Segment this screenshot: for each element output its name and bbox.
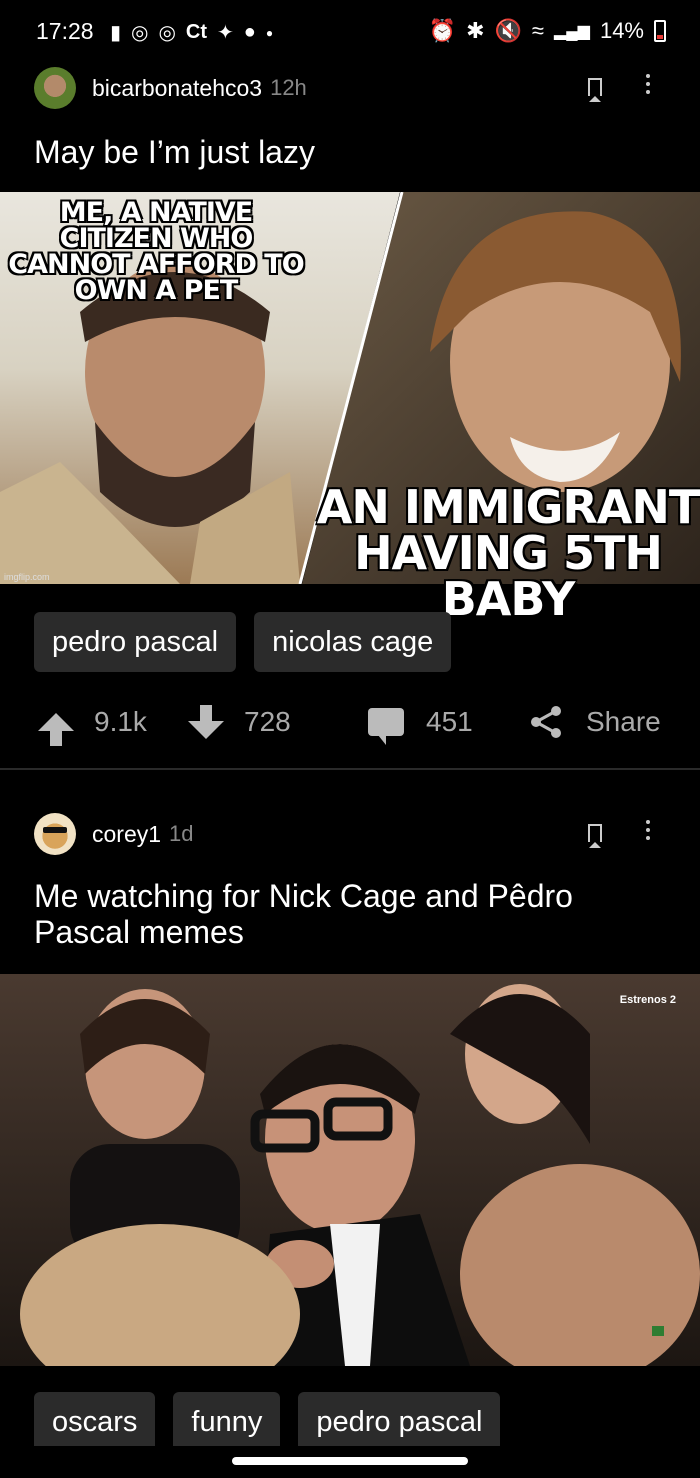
home-indicator[interactable] — [232, 1457, 468, 1465]
instagram-icon: ◎ — [158, 22, 176, 44]
more-options-icon[interactable] — [646, 74, 650, 94]
alarm-icon: ⏰ — [428, 18, 457, 43]
status-bar: 17:28 ▮ ◎ ◎ Ct ✦ ● ● ⏰ ✱ 🔇 ≈ ▂▄▆ 14% — [0, 0, 700, 64]
meme-bottom-caption: AN IMMIGRANT HAVING 5TH BABY — [316, 480, 700, 626]
downvote-icon — [188, 705, 224, 739]
tag-pedro-pascal[interactable]: pedro pascal — [34, 612, 237, 672]
tag-list: oscars funny pedro pascal — [34, 1392, 501, 1452]
comment-icon — [368, 708, 404, 745]
reddit-icon: ● — [243, 21, 256, 43]
mute-icon: 🔇 — [494, 18, 522, 43]
tag-list: pedro pascal nicolas cage — [34, 612, 452, 672]
tag-nicolas-cage[interactable]: nicolas cage — [254, 612, 452, 672]
system-icons: ⏰ ✱ 🔇 ≈ ▂▄▆ 14% — [429, 18, 666, 44]
post-image[interactable] — [0, 974, 700, 1366]
post-divider — [0, 768, 700, 770]
signal-icon: ▂▄▆ — [554, 23, 590, 40]
more-options-icon[interactable] — [646, 820, 650, 840]
post-header: bicarbonatehco3 12h — [34, 66, 664, 110]
dot-icon: ● — [265, 25, 274, 40]
action-bar: 9.1k 728 451 Share — [34, 696, 674, 748]
post-header: corey1 1d — [34, 812, 664, 856]
post-title[interactable]: May be I’m just lazy — [34, 134, 674, 170]
post-title[interactable]: Me watching for Nick Cage and Pêdro Pasc… — [34, 878, 674, 950]
notification-icons: ▮ ◎ ◎ Ct ✦ ● ● — [110, 20, 273, 45]
bookmark-icon[interactable] — [588, 78, 602, 102]
meme-top-caption: ME, A NATIVE CITIZEN WHO CANNOT AFFORD T… — [7, 197, 305, 306]
bookmark-icon[interactable] — [588, 824, 602, 848]
instagram-icon: ◎ — [131, 22, 149, 44]
upvote-button[interactable]: 9.1k — [38, 696, 147, 748]
avatar[interactable] — [34, 813, 76, 855]
tag-oscars[interactable]: oscars — [34, 1392, 156, 1452]
share-label: Share — [586, 706, 661, 737]
share-button[interactable]: Share — [528, 696, 661, 748]
downvote-count: 728 — [244, 706, 291, 737]
image-overlay-text: Estrenos 2 — [619, 994, 676, 1006]
post-age: 1d — [169, 821, 194, 846]
comment-count: 451 — [426, 706, 473, 737]
tag-funny[interactable]: funny — [173, 1392, 281, 1452]
comment-button[interactable]: 451 — [368, 696, 473, 748]
lock-icon: ▮ — [110, 22, 122, 44]
battery-percent: 14% — [599, 18, 644, 43]
username[interactable]: corey1 — [92, 821, 161, 848]
watermark: imgflip.com — [4, 572, 50, 582]
upvote-count: 9.1k — [94, 706, 147, 737]
status-time: 17:28 — [36, 18, 94, 44]
battery-icon — [654, 20, 666, 42]
username[interactable]: bicarbonatehco3 — [92, 75, 262, 102]
ct-text: Ct — [185, 21, 208, 43]
avatar[interactable] — [34, 67, 76, 109]
post-age: 12h — [270, 75, 307, 100]
tag-pedro-pascal[interactable]: pedro pascal — [298, 1392, 501, 1452]
downvote-button[interactable]: 728 — [188, 696, 291, 748]
twitter-icon: ✦ — [217, 22, 234, 44]
wifi-icon: ≈ — [531, 18, 544, 43]
share-icon — [531, 706, 561, 738]
bluetooth-icon: ✱ — [466, 18, 485, 43]
upvote-icon — [38, 713, 74, 746]
